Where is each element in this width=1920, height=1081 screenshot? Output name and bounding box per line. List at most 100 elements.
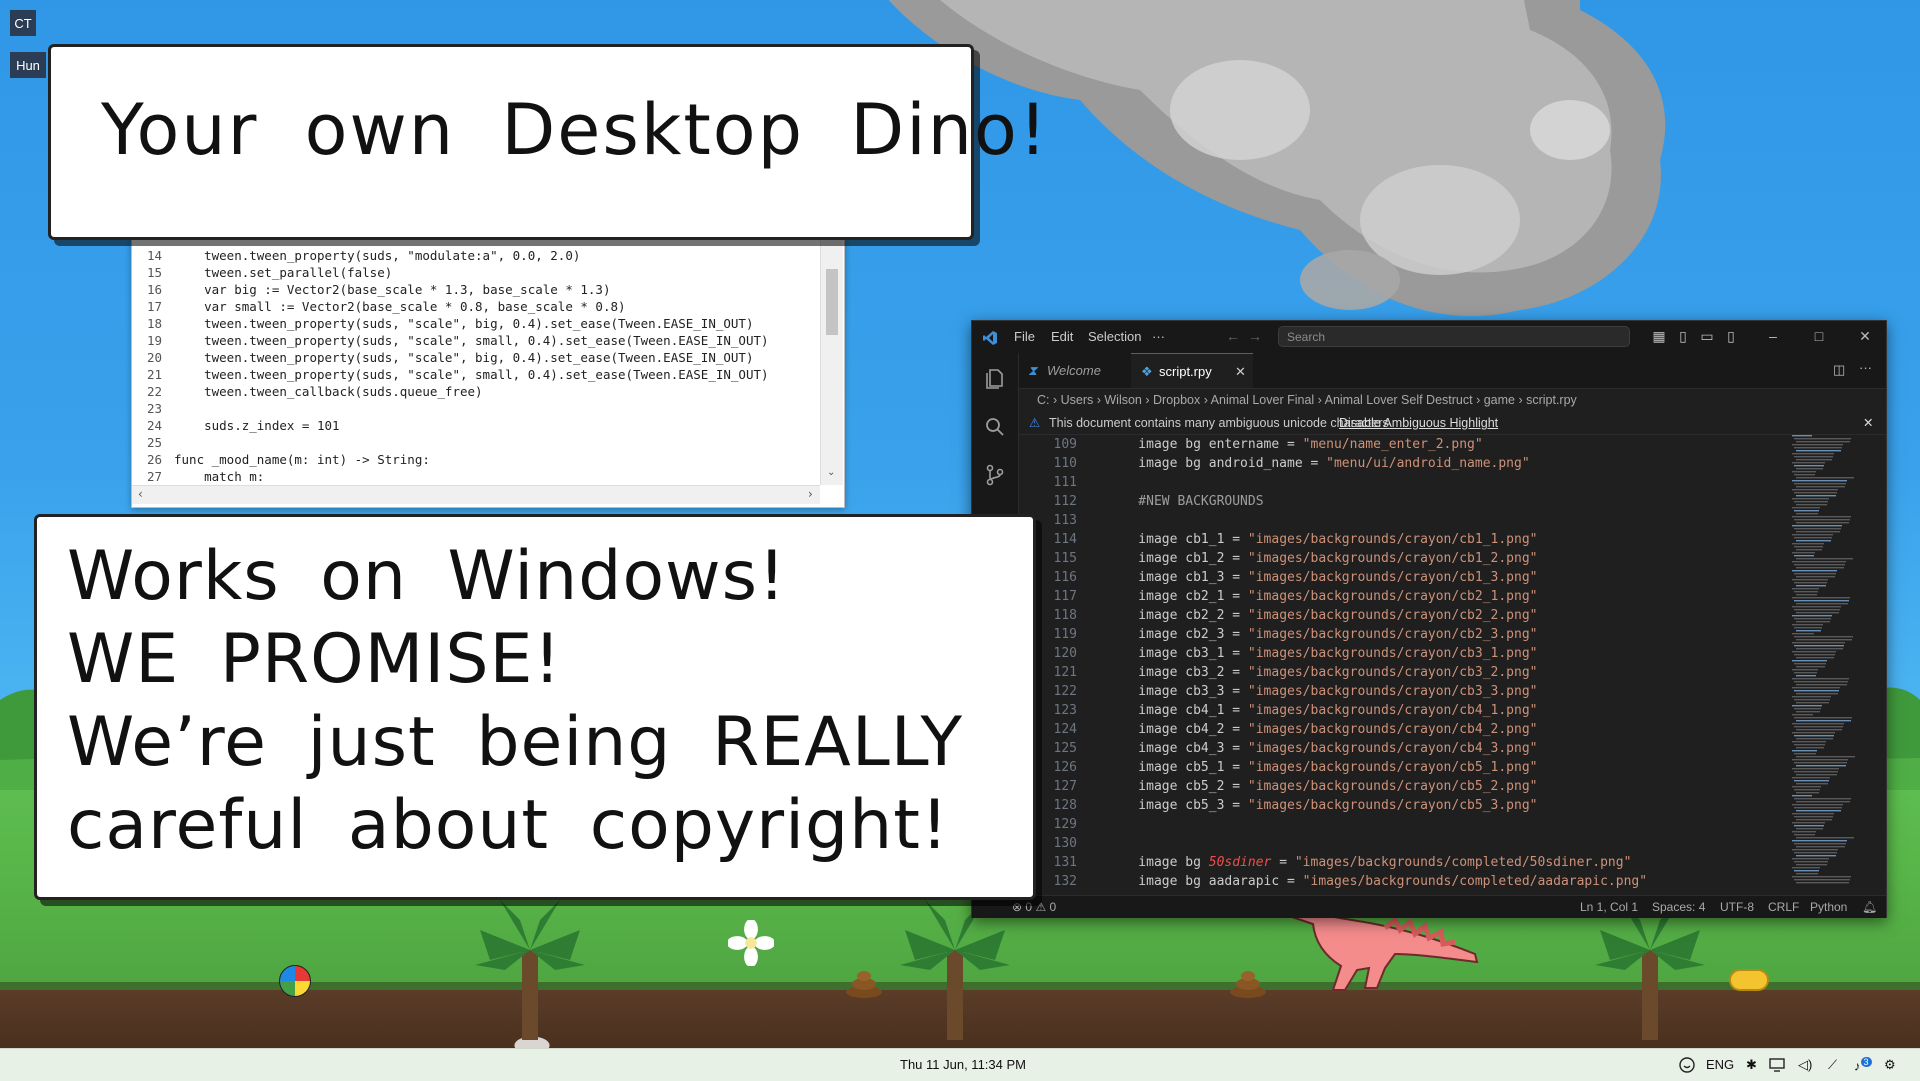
explorer-icon[interactable] [983, 367, 1007, 391]
code-line[interactable]: 17 var small := Vector2(base_scale * 0.8… [132, 298, 820, 315]
command-search-input[interactable]: Search [1278, 326, 1630, 347]
code-line[interactable]: 121 image cb3_2 = "images/backgrounds/cr… [1019, 663, 1879, 682]
code-line[interactable]: 14 tween.tween_property(suds, "modulate:… [132, 247, 820, 264]
disable-ambiguous-highlight-link[interactable]: Disable Ambiguous Highlight [1339, 412, 1498, 434]
indentation-status[interactable]: Spaces: 4 [1652, 896, 1705, 918]
breadcrumb-item[interactable]: Animal Lover Self Destruct [1325, 393, 1473, 407]
tab-script-rpy[interactable]: ❖ script.rpy ✕ [1131, 353, 1253, 388]
scroll-left-icon[interactable]: ‹ [138, 487, 143, 501]
code-line[interactable]: 110 image bg android_name = "menu/ui/and… [1019, 454, 1879, 473]
poop-item[interactable] [1228, 968, 1268, 998]
breadcrumb-item[interactable]: Users [1061, 393, 1094, 407]
code-line[interactable]: 131 image bg 50sdiner = "images/backgrou… [1019, 853, 1879, 872]
code-line[interactable]: 115 image cb1_2 = "images/backgrounds/cr… [1019, 549, 1879, 568]
cursor-position[interactable]: Ln 1, Col 1 [1580, 896, 1638, 918]
minimap[interactable] [1788, 435, 1868, 905]
tab-welcome[interactable]: ⧗ Welcome [1019, 353, 1129, 388]
notifications-bell-icon[interactable]: 🔔︎ [1862, 896, 1877, 918]
code-line[interactable]: 111 [1019, 473, 1879, 492]
code-line[interactable]: 15 tween.set_parallel(false) [132, 264, 820, 281]
code-line[interactable]: 119 image cb2_3 = "images/backgrounds/cr… [1019, 625, 1879, 644]
code-line[interactable]: 114 image cb1_1 = "images/backgrounds/cr… [1019, 530, 1879, 549]
code-line[interactable]: 132 image bg aadarapic = "images/backgro… [1019, 872, 1879, 891]
display-icon[interactable] [1768, 1056, 1786, 1074]
code-line[interactable]: 123 image cb4_1 = "images/backgrounds/cr… [1019, 701, 1879, 720]
code-line[interactable]: 26 func _mood_name(m: int) -> String: [132, 451, 820, 468]
horizontal-scrollbar[interactable]: ‹ › [132, 485, 820, 504]
more-actions-icon[interactable]: ··· [1859, 360, 1872, 375]
volume-icon[interactable]: ◁) [1798, 1057, 1812, 1073]
breadcrumb-item[interactable]: game [1484, 393, 1515, 407]
language-indicator[interactable]: ENG [1706, 1057, 1734, 1072]
desktop-shortcut[interactable]: CT [10, 10, 36, 36]
close-banner-icon[interactable]: ✕ [1863, 412, 1873, 434]
breadcrumb-item[interactable]: script.rpy [1526, 393, 1577, 407]
code-line[interactable]: 126 image cb5_1 = "images/backgrounds/cr… [1019, 758, 1879, 777]
sponge-item[interactable] [1728, 966, 1770, 994]
code-line[interactable]: 27 match m: [132, 468, 820, 483]
code-line[interactable]: 124 image cb4_2 = "images/backgrounds/cr… [1019, 720, 1879, 739]
menu-more[interactable]: ··· [1152, 329, 1165, 344]
poop-item[interactable] [844, 968, 884, 998]
code-line[interactable]: 129 [1019, 815, 1879, 834]
code-line[interactable]: 130 [1019, 834, 1879, 853]
search-icon[interactable] [983, 415, 1007, 439]
menu-selection[interactable]: Selection [1088, 329, 1141, 344]
menu-file[interactable]: File [1014, 329, 1035, 344]
bluetooth-icon[interactable]: ✱ [1746, 1057, 1757, 1073]
vertical-scrollbar[interactable]: ⌄ [820, 239, 843, 485]
code-area[interactable]: 14 tween.tween_property(suds, "modulate:… [132, 247, 820, 483]
close-tab-icon[interactable]: ✕ [1235, 354, 1246, 389]
code-line[interactable]: 127 image cb5_2 = "images/backgrounds/cr… [1019, 777, 1879, 796]
code-line[interactable]: 16 var big := Vector2(base_scale * 1.3, … [132, 281, 820, 298]
breadcrumb-item[interactable]: Wilson [1104, 393, 1142, 407]
language-mode[interactable]: Python [1810, 896, 1847, 918]
ball-toy[interactable] [278, 964, 312, 998]
eol-status[interactable]: CRLF [1768, 896, 1799, 918]
code-line[interactable]: 19 tween.tween_property(suds, "scale", s… [132, 332, 820, 349]
code-editor[interactable]: 109 image bg entername = "menu/name_ente… [1019, 435, 1879, 905]
taskbar-clock[interactable]: Thu 11 Jun, 11:34 PM [900, 1057, 1026, 1072]
code-line[interactable]: 20 tween.tween_property(suds, "scale", b… [132, 349, 820, 366]
notification-bell-icon[interactable]: ♪ 3 [1854, 1057, 1872, 1073]
code-line[interactable]: 117 image cb2_1 = "images/backgrounds/cr… [1019, 587, 1879, 606]
breadcrumb-item[interactable]: Dropbox [1153, 393, 1200, 407]
encoding-status[interactable]: UTF-8 [1720, 896, 1754, 918]
split-editor-icon[interactable]: ◫ [1833, 362, 1845, 378]
back-arrow-icon[interactable]: ← [1224, 327, 1242, 345]
code-line[interactable]: 21 tween.tween_property(suds, "scale", s… [132, 366, 820, 383]
code-line[interactable]: 118 image cb2_2 = "images/backgrounds/cr… [1019, 606, 1879, 625]
code-line[interactable]: 112 #NEW BACKGROUNDS [1019, 492, 1879, 511]
scroll-right-icon[interactable]: › [808, 487, 813, 501]
scrollbar-thumb[interactable] [826, 269, 838, 335]
network-icon[interactable]: ⟋ [1828, 1057, 1837, 1073]
minimize-icon[interactable]: – [1764, 327, 1782, 345]
maximize-icon[interactable]: □ [1810, 327, 1828, 345]
code-line[interactable]: 109 image bg entername = "menu/name_ente… [1019, 435, 1879, 454]
breadcrumb-item[interactable]: Animal Lover Final [1211, 393, 1315, 407]
code-line[interactable]: 25 [132, 434, 820, 451]
forward-arrow-icon[interactable]: → [1246, 327, 1264, 345]
code-line[interactable]: 122 image cb3_3 = "images/backgrounds/cr… [1019, 682, 1879, 701]
code-line[interactable]: 24 suds.z_index = 101 [132, 417, 820, 434]
close-window-icon[interactable]: ✕ [1856, 327, 1874, 345]
code-line[interactable]: 116 image cb1_3 = "images/backgrounds/cr… [1019, 568, 1879, 587]
toggle-secondary-sidebar-icon[interactable]: ▯ [1722, 327, 1740, 345]
source-control-icon[interactable] [983, 463, 1007, 487]
code-line[interactable]: 22 tween.tween_callback(suds.queue_free) [132, 383, 820, 400]
code-line[interactable]: 18 tween.tween_property(suds, "scale", b… [132, 315, 820, 332]
toggle-panel-icon[interactable]: ▭ [1698, 327, 1716, 345]
code-line[interactable]: 23 [132, 400, 820, 417]
scroll-down-icon[interactable]: ⌄ [827, 467, 835, 478]
breadcrumb-item[interactable]: C: [1037, 393, 1050, 407]
desktop-shortcut[interactable]: Hun [10, 52, 46, 78]
code-line[interactable]: 125 image cb4_3 = "images/backgrounds/cr… [1019, 739, 1879, 758]
toggle-sidebar-icon[interactable]: ▯ [1674, 327, 1692, 345]
menu-edit[interactable]: Edit [1051, 329, 1073, 344]
code-line[interactable]: 120 image cb3_1 = "images/backgrounds/cr… [1019, 644, 1879, 663]
quick-settings-icon[interactable]: ⚙ [1884, 1057, 1896, 1073]
layout-icon[interactable]: ▦ [1650, 327, 1668, 345]
code-line[interactable]: 128 image cb5_3 = "images/backgrounds/cr… [1019, 796, 1879, 815]
emoji-smile-icon[interactable] [1678, 1056, 1696, 1074]
code-line[interactable]: 113 [1019, 511, 1879, 530]
